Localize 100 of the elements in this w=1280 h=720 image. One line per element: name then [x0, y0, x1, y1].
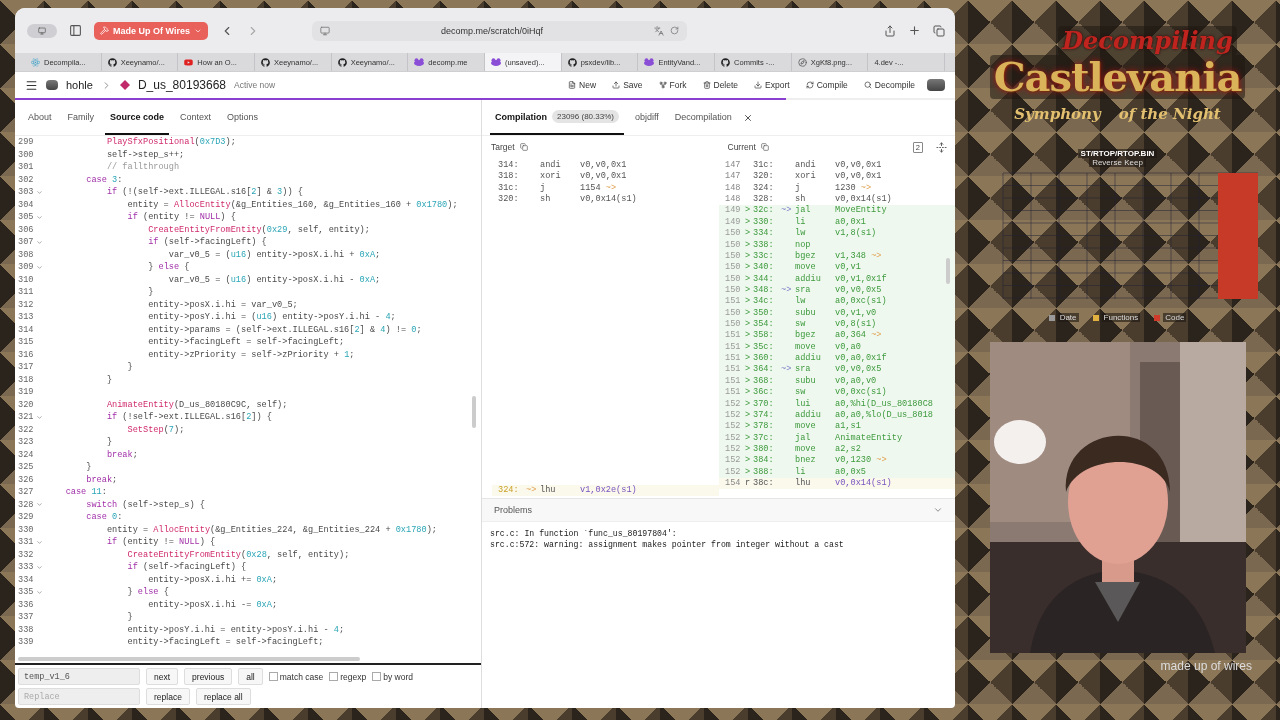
checkbox[interactable]: [268, 672, 278, 681]
code-line: entity->facingLeft = self->facingLeft;: [147, 336, 345, 349]
line-number: 311: [18, 286, 35, 299]
fold-icon[interactable]: [36, 413, 43, 421]
line-number: 306: [18, 223, 35, 236]
line-number: 325: [18, 461, 35, 474]
refresh-icon: [805, 81, 814, 89]
sidebar-icon[interactable]: [69, 24, 82, 37]
toolbar-button[interactable]: New: [564, 80, 601, 90]
fold-icon[interactable]: [36, 563, 43, 571]
panel-tab[interactable]: objdiff: [629, 100, 664, 135]
asm-row: 149 > 32c: ~> jal MoveEntity: [719, 205, 955, 217]
address-bar[interactable]: decomp.me/scratch/0iHqf: [311, 20, 687, 41]
checkbox-label[interactable]: by word: [383, 671, 413, 682]
line-number: 318: [18, 373, 35, 386]
asm-row: 151 > 358: bgez a0,364 ~>: [719, 330, 955, 342]
replace-button[interactable]: replace: [146, 688, 190, 705]
line-number: 336: [18, 598, 35, 611]
fold-icon[interactable]: [36, 213, 43, 221]
line-number: 333: [18, 561, 35, 574]
code-line: SetStep(7);: [126, 423, 185, 436]
fold-icon[interactable]: [36, 263, 43, 271]
scrollbar-thumb[interactable]: [472, 396, 476, 428]
tab-overview-icon[interactable]: [933, 24, 945, 37]
fold-icon[interactable]: [36, 501, 43, 509]
checkbox-label[interactable]: regexp: [340, 671, 367, 682]
code-line: entity->posY.i.hi = entity->posY.i.hi - 4;: [126, 623, 345, 636]
asm-row: 150 > 338: nop: [719, 239, 955, 251]
problem-message: src.c:572: warning: assignment makes pointer from integer without a cast: [490, 539, 845, 550]
line-number: 332: [18, 548, 35, 561]
toolbar-button[interactable]: Decompile: [859, 80, 919, 90]
chevron-icon[interactable]: [933, 505, 943, 515]
fold-icon[interactable]: [36, 538, 43, 546]
asm-row: 151 > 34c: lw a0,0xc(s1): [719, 296, 955, 308]
share-icon[interactable]: [884, 24, 896, 37]
download-icon: [754, 81, 763, 89]
toolbar-button[interactable]: Compile: [801, 80, 852, 90]
user-name[interactable]: hohle: [66, 79, 93, 91]
panel-tab[interactable]: Compilation 23096 (80.33%): [490, 100, 624, 135]
panel-tab[interactable]: Decompilation: [669, 100, 737, 135]
copy-icon[interactable]: [760, 143, 769, 151]
asm-row: 150 > 340: move v0,v1: [719, 262, 955, 274]
code-line: }: [105, 373, 113, 386]
copy-icon[interactable]: [519, 143, 528, 151]
code-line: }: [126, 361, 133, 374]
code-line: }: [85, 461, 92, 474]
find-button[interactable]: next: [146, 668, 179, 685]
presence-status: Active now: [234, 80, 276, 90]
close-icon[interactable]: [742, 112, 753, 123]
checkbox[interactable]: [372, 672, 382, 681]
line-number: 330: [18, 523, 35, 536]
search-field[interactable]: temp_v1_6: [18, 668, 140, 685]
asm-row: 324: ~> lhu v1,0x2e(s1): [492, 484, 719, 496]
line-number: 339: [18, 636, 35, 649]
replace-button[interactable]: replace all: [195, 688, 251, 705]
code-line: self->step_s++;: [105, 148, 185, 161]
overlay-subtitle: Symphony: [1014, 105, 1101, 123]
find-button[interactable]: all: [238, 668, 263, 685]
new-tab-icon[interactable]: [908, 24, 921, 37]
toolbar-button[interactable]: Fork: [654, 80, 691, 90]
window-switcher-button[interactable]: [27, 23, 57, 38]
toolbar-button[interactable]: Delete: [698, 80, 743, 90]
fold-icon[interactable]: [36, 588, 43, 596]
checkbox[interactable]: [329, 672, 339, 681]
translate-icon[interactable]: [653, 25, 664, 36]
fold-icon[interactable]: [36, 188, 43, 196]
panel-tab[interactable]: Family: [62, 100, 100, 135]
column-title: Target: [491, 142, 515, 152]
menu-icon[interactable]: [25, 78, 38, 92]
code-line: break;: [85, 473, 118, 486]
panel-tab[interactable]: Context: [175, 100, 217, 135]
scratch-title: D_us_80193668: [137, 78, 226, 92]
code-line: if (self->facingLeft) {: [147, 236, 267, 249]
score-badge: 23096 (80.33%): [552, 110, 619, 123]
toolbar-button[interactable]: Save: [608, 80, 647, 90]
panel-tab[interactable]: About: [23, 100, 57, 135]
line-number: 317: [18, 361, 35, 374]
panel-tab[interactable]: Source code: [105, 100, 170, 135]
asm-row-text: 147 320: xori v0,v0,0x1: [724, 171, 883, 183]
line-number: 299: [18, 136, 35, 149]
code-line: case 3:: [85, 173, 123, 186]
scrollbar-thumb[interactable]: [946, 258, 950, 284]
avatar-icon: [927, 79, 945, 91]
code-line: case 11:: [64, 486, 107, 499]
expand-icon[interactable]: [936, 141, 947, 153]
line-number: 326: [18, 473, 35, 486]
reload-icon[interactable]: [669, 26, 679, 35]
line-number: 319: [18, 386, 35, 399]
panel-tab[interactable]: Options: [222, 100, 264, 135]
fold-icon[interactable]: [36, 238, 43, 246]
line-number: 314: [18, 323, 35, 336]
toolbar-button[interactable]: Export: [750, 80, 794, 90]
scrollbar-thumb[interactable]: [18, 657, 360, 661]
replace-field[interactable]: Replace: [18, 688, 140, 705]
checkbox-label[interactable]: match case: [279, 671, 324, 682]
asm-row-text: 320: sh v0,0x14(s1): [497, 194, 638, 206]
line-number: 328: [18, 498, 35, 511]
asm-row: 152 > 384: bnez v0,1230 ~>: [719, 455, 955, 467]
find-button[interactable]: previous: [184, 668, 233, 685]
line-number: 320: [18, 398, 35, 411]
